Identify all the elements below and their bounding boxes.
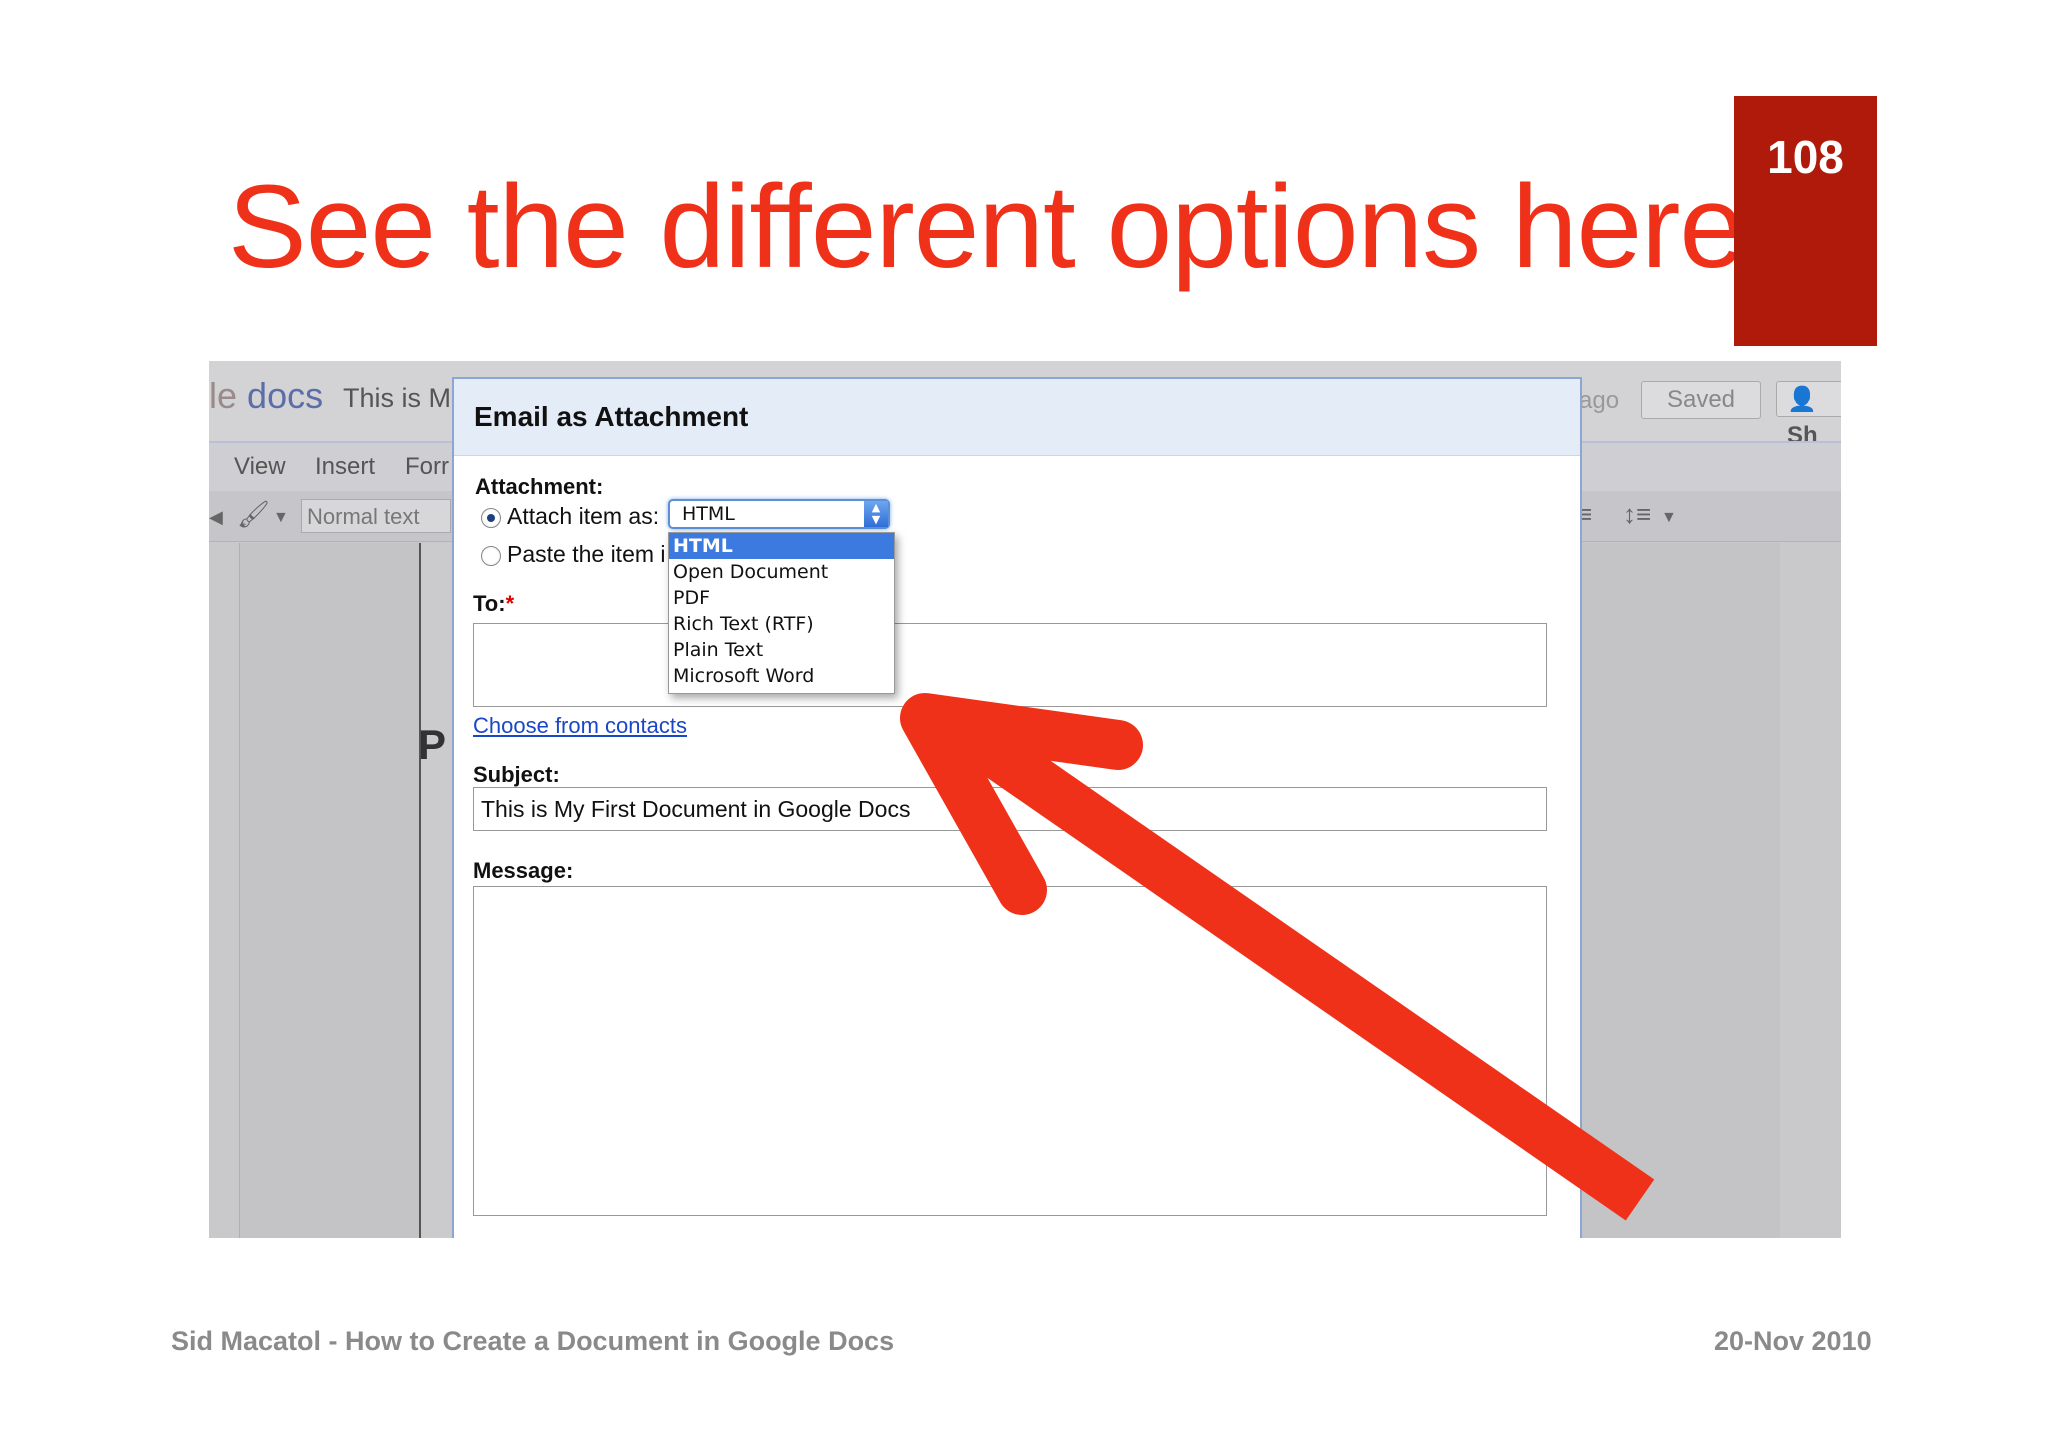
slide-title: See the different options here <box>228 161 1745 293</box>
choose-contacts-link[interactable]: Choose from contacts <box>473 713 687 739</box>
format-option-html[interactable]: HTML <box>669 533 894 559</box>
screenshot: le docs This is M ago Saved 👤Sh View Ins… <box>209 361 1841 1238</box>
saved-time: ago <box>1579 387 1620 414</box>
to-label-text: To: <box>473 591 506 616</box>
document-title[interactable]: This is M <box>343 383 451 414</box>
person-icon: 👤 <box>1787 386 1817 413</box>
paragraph-style-select[interactable]: Normal text <box>301 499 451 533</box>
format-select[interactable]: HTML ▲ ▼ <box>668 499 890 529</box>
menu-insert[interactable]: Insert <box>315 453 375 481</box>
email-attachment-dialog: Email as Attachment Attachment: Attach i… <box>452 377 1582 1238</box>
dialog-title: Email as Attachment <box>454 379 1580 456</box>
required-mark: * <box>505 591 515 616</box>
page-number: 108 <box>1767 131 1844 183</box>
paste-radio[interactable] <box>481 546 501 566</box>
subject-field[interactable]: This is My First Document in Google Docs <box>473 787 1547 831</box>
message-label: Message: <box>473 858 574 883</box>
format-select-value: HTML <box>682 503 735 525</box>
page-letter: P <box>418 721 447 768</box>
format-option-open-document[interactable]: Open Document <box>669 559 894 585</box>
saved-button[interactable]: Saved <box>1641 381 1761 419</box>
attach-radio-selected[interactable] <box>481 508 501 528</box>
paint-format-icon[interactable]: 🖌 <box>237 499 270 530</box>
logo-fragment: le <box>209 375 238 416</box>
format-dropdown-list: HTML Open Document PDF Rich Text (RTF) P… <box>668 532 895 694</box>
select-arrows-icon: ▲ ▼ <box>864 501 888 527</box>
format-option-word[interactable]: Microsoft Word <box>669 663 894 689</box>
page-number-badge: 108 <box>1734 96 1877 346</box>
line-spacing-icon[interactable]: ↕≡ <box>1623 499 1651 530</box>
menu-view[interactable]: View <box>234 453 286 481</box>
footer-author: Sid Macatol - How to Create a Document i… <box>171 1326 895 1356</box>
menu-format[interactable]: Forr <box>405 453 449 481</box>
paste-option[interactable]: Paste the item i <box>481 541 666 568</box>
toolbar-edge-icon: ◀ <box>209 507 223 527</box>
attach-as-option[interactable]: Attach item as: <box>481 503 659 530</box>
subject-label: Subject: <box>473 762 560 787</box>
format-option-pdf[interactable]: PDF <box>669 585 894 611</box>
chevron-down-icon[interactable]: ▼ <box>273 509 289 527</box>
line-spacing-chevron-icon[interactable]: ▼ <box>1661 509 1677 527</box>
footer-date: 20-Nov 2010 <box>1714 1326 1872 1356</box>
to-field[interactable] <box>473 623 1547 707</box>
format-option-plain-text[interactable]: Plain Text <box>669 637 894 663</box>
message-field[interactable] <box>473 886 1547 1216</box>
logo-docs: docs <box>247 375 324 416</box>
subject-value: This is My First Document in Google Docs <box>481 796 911 822</box>
format-option-rtf[interactable]: Rich Text (RTF) <box>669 611 894 637</box>
to-label: To:* <box>473 591 514 617</box>
share-button[interactable]: 👤Sh <box>1776 381 1841 449</box>
attach-as-label: Attach item as: <box>507 503 660 529</box>
attachment-label: Attachment: <box>475 474 604 499</box>
docs-logo: le docs <box>209 375 323 417</box>
paste-label: Paste the item i <box>507 541 666 567</box>
